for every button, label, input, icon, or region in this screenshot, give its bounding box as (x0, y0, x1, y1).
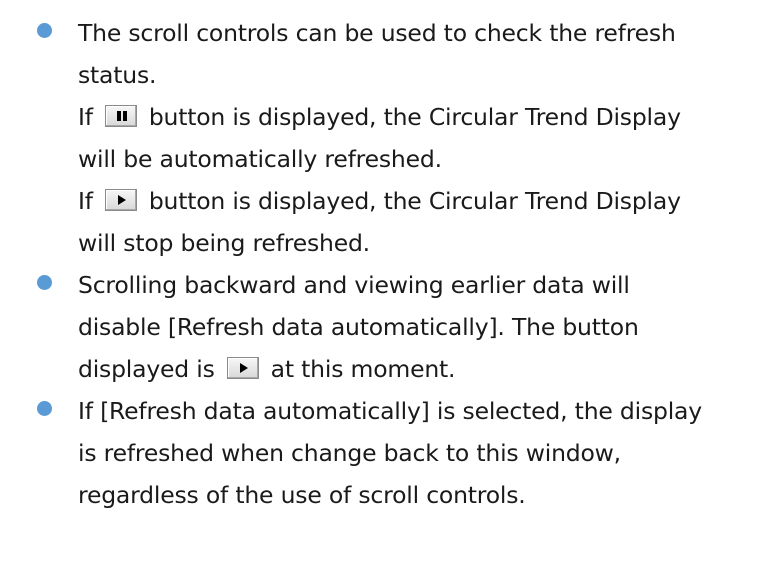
line-suffix: at this moment. (270, 355, 456, 383)
line-suffix: button is displayed, the Circular Trend … (148, 187, 681, 215)
bullet-dot (37, 275, 52, 290)
play-button-line: displayed is at this moment. (78, 348, 757, 390)
play-button-illustration (226, 357, 259, 379)
line-prefix: If (78, 103, 93, 131)
text-line: If [Refresh data automatically] is selec… (78, 397, 702, 425)
text-line: is refreshed when change back to this wi… (78, 439, 621, 467)
play-icon (117, 195, 126, 205)
text-line: status. (78, 61, 157, 89)
text-line: will be automatically refreshed. (78, 145, 442, 173)
text-line: The scroll controls can be used to check… (78, 19, 676, 47)
text-line: regardless of the use of scroll controls… (78, 481, 526, 509)
document-body: The scroll controls can be used to check… (0, 0, 771, 509)
play-button-illustration (104, 189, 137, 211)
line-prefix: displayed is (78, 355, 215, 383)
text-line: will stop being refreshed. (78, 229, 370, 257)
line-suffix: button is displayed, the Circular Trend … (148, 103, 681, 131)
text-line: disable [Refresh data automatically]. Th… (78, 313, 639, 341)
bullet-item-refresh-selected: If [Refresh data automatically] is selec… (0, 390, 771, 516)
pause-button-illustration (104, 105, 137, 127)
bullet-item-scroll-controls: The scroll controls can be used to check… (0, 12, 771, 264)
play-button-line: If button is displayed, the Circular Tren… (78, 180, 757, 222)
play-icon (239, 363, 248, 373)
bullet-dot (37, 23, 52, 38)
text-line: Scrolling backward and viewing earlier d… (78, 271, 630, 299)
bullet-dot (37, 401, 52, 416)
pause-button-line: If button is displayed, the Circular Tren… (78, 96, 757, 138)
bullet-item-scrolling-backward: Scrolling backward and viewing earlier d… (0, 264, 771, 390)
pause-icon (116, 111, 127, 121)
line-prefix: If (78, 187, 93, 215)
